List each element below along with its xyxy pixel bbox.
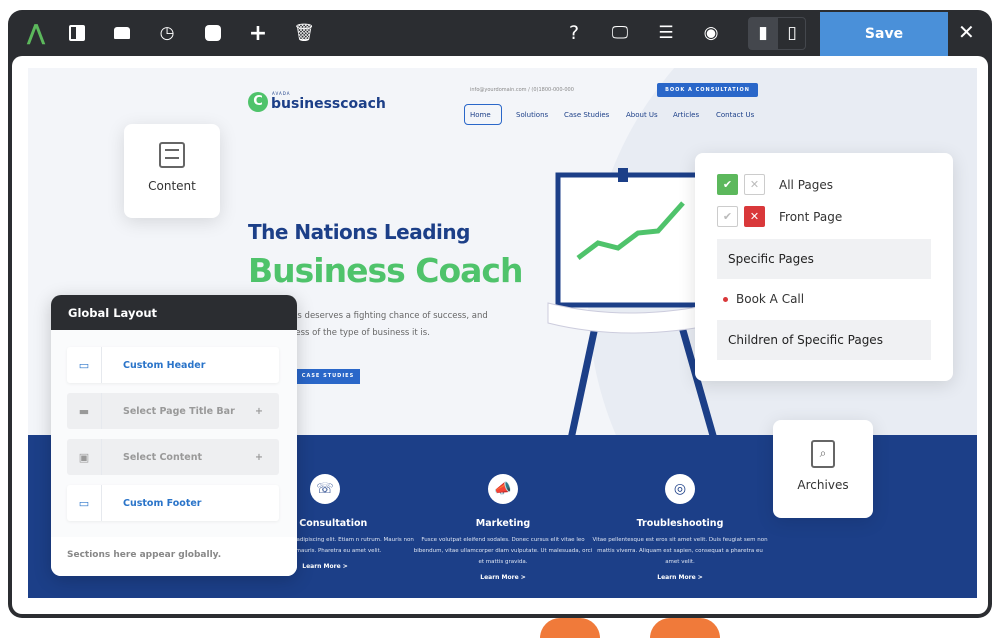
hero-body-1: ss deserves a fighting chance of success… (293, 311, 488, 321)
contact-info: info@yourdomain.com / (0)1800-000-000 (470, 87, 574, 93)
preview-area: C AVADA businesscoach info@yourdomain.co… (12, 56, 988, 614)
avada-logo-icon[interactable]: ⋀ (25, 21, 47, 46)
custom-header-row[interactable]: ▭ Custom Header (67, 347, 279, 383)
global-layout-title: Global Layout (51, 295, 297, 330)
nav-case-studies[interactable]: Case Studies (564, 111, 609, 119)
layout-icon[interactable] (66, 22, 88, 44)
specific-pages-item[interactable]: Specific Pages (717, 239, 931, 279)
toggle-icon[interactable] (202, 22, 224, 44)
help-icon[interactable]: ? (563, 22, 585, 44)
page-icon-active[interactable]: ▮ (752, 22, 774, 44)
learn-more-link[interactable]: Learn More > (413, 574, 593, 581)
custom-footer-row[interactable]: ▭ Custom Footer (67, 485, 279, 521)
target-icon: ◎ (665, 474, 695, 504)
history-icon[interactable]: ◷ (156, 22, 178, 44)
book-a-call-label: Book A Call (736, 292, 805, 306)
page-title-bar-row[interactable]: ▬ Select Page Title Bar + (67, 393, 279, 429)
all-pages-row[interactable]: ✔ ✕ All Pages (717, 174, 833, 195)
row-label: Custom Footer (123, 497, 202, 509)
service-title: Troubleshooting (636, 518, 724, 529)
preview-icon[interactable]: ◉ (700, 22, 722, 44)
hero-title-line2: Business Coach (248, 251, 523, 290)
service-troubleshooting: ◎ Troubleshooting Vitae pellentesque est… (590, 474, 770, 581)
plus-icon[interactable]: + (247, 21, 269, 46)
hero-title-line1: The Nations Leading (248, 220, 470, 244)
conditions-panel: ✔ ✕ All Pages ✔ ✕ Front Page Specific Pages … (695, 153, 953, 381)
title-bar-icon: ▬ (67, 393, 102, 429)
save-button[interactable]: Save (820, 12, 948, 56)
header-icon[interactable] (111, 22, 133, 44)
check-icon[interactable]: ✔ (717, 174, 738, 195)
service-title: Marketing (475, 518, 531, 529)
content-row[interactable]: ▣ Select Content + (67, 439, 279, 475)
hero-body-2: less of the type of business it is. (293, 328, 430, 338)
sections-icon[interactable]: ☰ (655, 22, 677, 44)
all-pages-label: All Pages (779, 177, 833, 192)
book-consultation-button[interactable]: BOOK A CONSULTATION (657, 83, 758, 97)
logo[interactable]: businesscoach (271, 96, 386, 112)
logo-icon: C (248, 92, 268, 112)
nav-about-us[interactable]: About Us (626, 111, 658, 119)
nav-articles[interactable]: Articles (673, 111, 699, 119)
archives-icon: ⌕ (811, 440, 835, 468)
orange-decoration (650, 618, 720, 638)
row-label: Select Content (123, 451, 203, 463)
row-label: Select Page Title Bar (123, 405, 235, 417)
global-layout-footer: Sections here appear globally. (51, 537, 297, 576)
close-button[interactable]: ✕ (958, 20, 975, 44)
footer-layout-icon: ▭ (67, 485, 102, 521)
plus-icon[interactable]: + (255, 406, 263, 417)
trash-icon[interactable]: 🗑 (293, 22, 315, 44)
content-card[interactable]: Content (124, 124, 220, 218)
service-text: Fusce volutpat eleifend sodales. Donec c… (413, 537, 593, 565)
children-pages-item[interactable]: Children of Specific Pages (717, 320, 931, 360)
page-icon[interactable]: ▯ (781, 22, 803, 44)
archives-card[interactable]: ⌕ Archives (773, 420, 873, 518)
book-a-call-row[interactable]: Book A Call (723, 292, 804, 306)
nav-home[interactable]: Home (470, 111, 491, 119)
header-layout-icon: ▭ (67, 347, 102, 383)
orange-decoration (540, 618, 600, 638)
case-studies-button[interactable]: CASE STUDIES (296, 369, 360, 384)
megaphone-icon: 📣 (488, 474, 518, 504)
archives-label: Archives (797, 478, 849, 492)
front-page-label: Front Page (779, 209, 843, 224)
phone-icon: ☏ (310, 474, 340, 504)
learn-more-link[interactable]: Learn More > (590, 574, 770, 581)
bullet-icon (723, 296, 728, 302)
row-label: Custom Header (123, 359, 206, 371)
plus-icon[interactable]: + (255, 452, 263, 463)
content-label: Content (148, 179, 196, 193)
x-icon[interactable]: ✕ (744, 174, 765, 195)
check-icon[interactable]: ✔ (717, 206, 738, 227)
service-text: Vitae pellentesque est eros sit amet vel… (592, 537, 768, 565)
service-marketing: 📣 Marketing Fusce volutpat eleifend soda… (413, 474, 593, 581)
nav-contact-us[interactable]: Contact Us (716, 111, 754, 119)
nav-solutions[interactable]: Solutions (516, 111, 548, 119)
desktop-icon[interactable]: 🖵 (609, 22, 631, 44)
x-icon[interactable]: ✕ (744, 206, 765, 227)
content-layout-icon: ▣ (67, 439, 102, 475)
global-layout-panel: Global Layout ▭ Custom Header ▬ Select Pag… (51, 295, 297, 576)
front-page-row[interactable]: ✔ ✕ Front Page (717, 206, 842, 227)
content-icon (159, 142, 185, 168)
